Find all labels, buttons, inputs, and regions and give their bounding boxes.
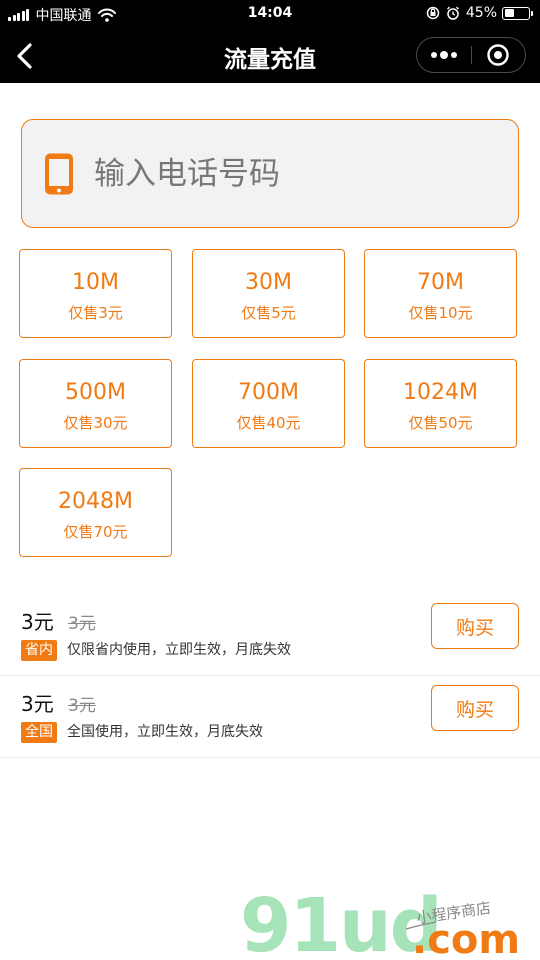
package-size: 1024M — [403, 380, 478, 405]
buy-button[interactable]: 购买 — [431, 603, 519, 649]
package-10m[interactable]: 10M 仅售3元 — [19, 249, 172, 338]
rotation-lock-icon — [426, 6, 440, 20]
package-price: 仅售3元 — [68, 304, 123, 322]
offer-price: 3元 — [21, 692, 54, 716]
package-size: 700M — [238, 380, 299, 405]
battery-level — [504, 9, 515, 17]
watermark-logo: 91ud .com 小程序商店 — [240, 885, 520, 960]
package-price: 仅售10元 — [408, 304, 473, 322]
package-70m[interactable]: 70M 仅售10元 — [364, 249, 517, 338]
battery-percent: 45% — [465, 5, 497, 21]
package-price: 仅售50元 — [408, 414, 473, 432]
more-dots-icon — [430, 51, 457, 59]
scope-badge: 全国 — [21, 722, 57, 743]
offer-original-price: 3元 — [68, 696, 96, 716]
capsule-menu — [416, 37, 526, 73]
nav-bar: 流量充值 — [0, 28, 540, 83]
package-1024m[interactable]: 1024M 仅售50元 — [364, 359, 517, 448]
close-miniapp-button[interactable] — [472, 38, 526, 72]
package-size: 30M — [245, 270, 292, 295]
package-size: 2048M — [58, 489, 133, 514]
package-price: 仅售70元 — [63, 523, 128, 541]
package-500m[interactable]: 500M 仅售30元 — [19, 359, 172, 448]
offer-row: 3元 3元 全国 全国使用，立即生效，月底失效 购买 — [0, 676, 540, 758]
offer-row: 3元 3元 省内 仅限省内使用，立即生效，月底失效 购买 — [0, 594, 540, 676]
scope-badge: 省内 — [21, 640, 57, 661]
alarm-icon — [446, 6, 459, 20]
package-price: 仅售5元 — [241, 304, 296, 322]
offer-description: 全国使用，立即生效，月底失效 — [67, 724, 263, 740]
mobile-phone-icon — [45, 153, 73, 195]
offer-original-price: 3元 — [68, 614, 96, 634]
package-size: 10M — [72, 270, 119, 295]
buy-button[interactable]: 购买 — [431, 685, 519, 731]
battery-icon — [502, 6, 533, 20]
target-close-icon — [487, 44, 509, 66]
status-right: 45% — [426, 5, 533, 21]
more-button[interactable] — [417, 38, 471, 72]
package-size: 500M — [65, 380, 126, 405]
phone-number-input[interactable] — [94, 148, 494, 200]
package-2048m[interactable]: 2048M 仅售70元 — [19, 468, 172, 557]
package-price: 仅售30元 — [63, 414, 128, 432]
package-price: 仅售40元 — [236, 414, 301, 432]
package-700m[interactable]: 700M 仅售40元 — [192, 359, 345, 448]
package-30m[interactable]: 30M 仅售5元 — [192, 249, 345, 338]
package-size: 70M — [417, 270, 464, 295]
status-bar: 中国联通 14:04 45% — [0, 0, 540, 28]
offer-price: 3元 — [21, 610, 54, 634]
phone-input-box[interactable] — [21, 119, 519, 228]
offer-description: 仅限省内使用，立即生效，月底失效 — [67, 642, 291, 658]
watermark-logo-text: 91ud — [240, 885, 441, 960]
